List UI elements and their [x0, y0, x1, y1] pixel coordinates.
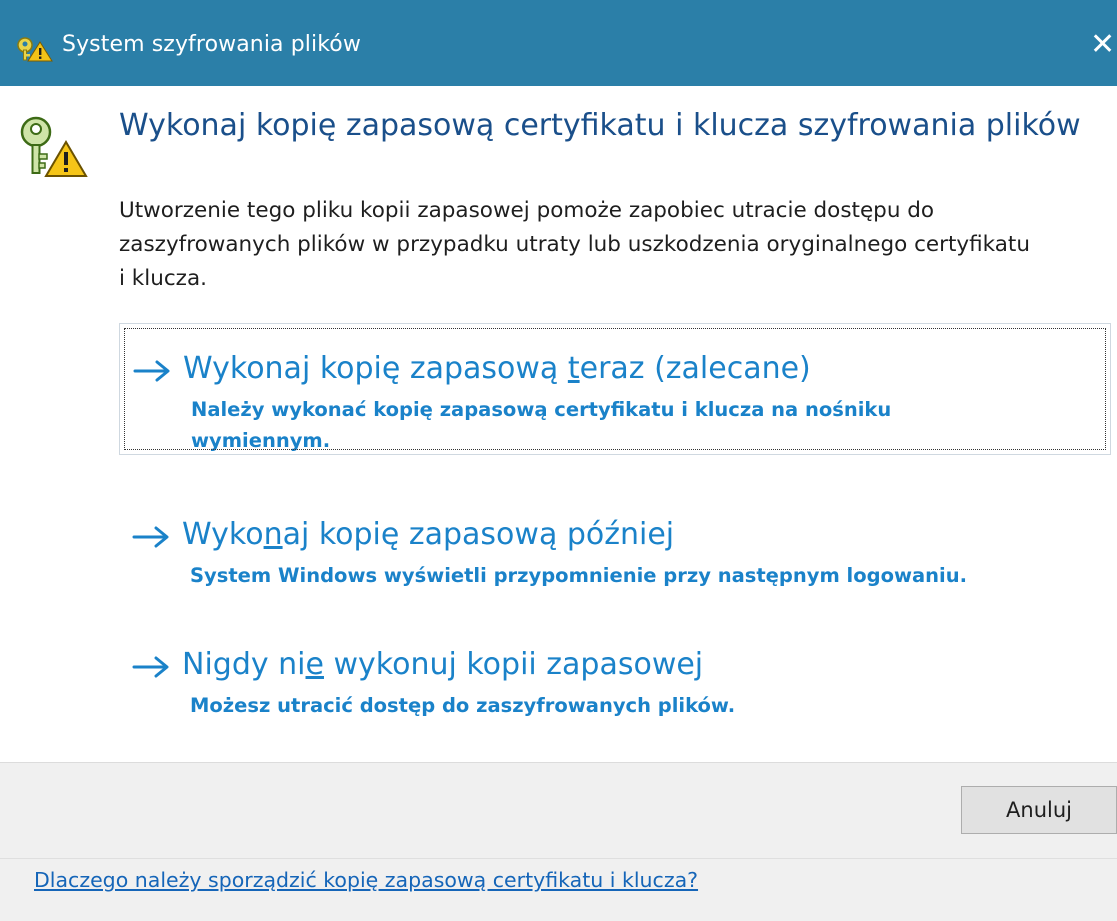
cancel-button[interactable]: Anuluj: [961, 786, 1117, 834]
access-key: e: [305, 647, 324, 682]
help-link[interactable]: Dlaczego należy sporządzić kopię zapasow…: [34, 868, 698, 892]
dialog-heading: Wykonaj kopię zapasową certyfikatu i klu…: [119, 108, 1081, 143]
dialog-footer: [0, 762, 1117, 921]
arrow-right-icon: [132, 656, 169, 678]
access-key: n: [263, 517, 283, 552]
close-button[interactable]: ✕: [1090, 28, 1117, 62]
backup-now-option[interactable]: Wykonaj kopię zapasową teraz (zalecane) …: [119, 323, 1111, 455]
option-description: System Windows wyświetli przypomnienie p…: [190, 564, 968, 587]
backup-later-option[interactable]: Wykonaj kopię zapasową później System Wi…: [119, 510, 1111, 610]
description-line: Utworzenie tego pliku kopii zapasowej po…: [119, 198, 935, 223]
description-text: Utworzenie tego pliku kopii zapasowej po…: [119, 194, 1117, 296]
never-backup-option[interactable]: Nigdy nie wykonuj kopii zapasowej Możesz…: [119, 640, 1111, 740]
option-description: Należy wykonać kopię zapasową certyfikat…: [191, 398, 892, 452]
arrow-right-icon: [132, 526, 169, 548]
title-bar[interactable]: System szyfrowania plików ✕: [0, 0, 1117, 86]
window-title: System szyfrowania plików: [62, 32, 361, 57]
footer-divider: [0, 858, 1117, 859]
access-key: t: [567, 351, 580, 386]
arrow-right-icon: [133, 360, 170, 382]
option-title: Nigdy nie wykonuj kopii zapasowej: [182, 647, 704, 682]
option-title: Wykonaj kopię zapasową teraz (zalecane): [183, 351, 811, 386]
key-warning-icon: [17, 37, 53, 62]
description-line: i klucza.: [119, 266, 207, 291]
option-description: Możesz utracić dostęp do zaszyfrowanych …: [190, 694, 736, 717]
efs-dialog-window: System szyfrowania plików ✕ Wykonaj kopi…: [0, 0, 1117, 921]
option-title: Wykonaj kopię zapasową później: [182, 517, 675, 552]
key-warning-icon: [20, 116, 88, 177]
description-line: zaszyfrowanych plików w przypadku utraty…: [119, 232, 1030, 257]
